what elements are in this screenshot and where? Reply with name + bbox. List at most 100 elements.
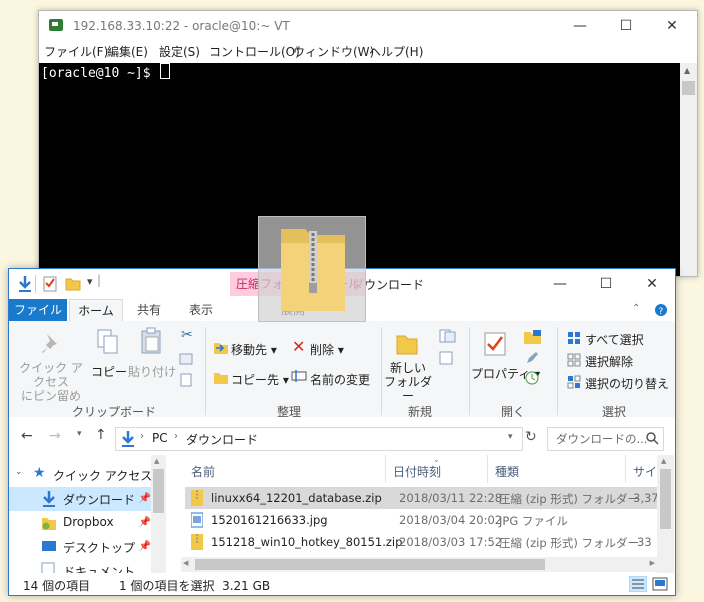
scroll-right-icon[interactable]: ▶ — [650, 559, 655, 567]
edit-icon[interactable] — [525, 351, 539, 365]
pin-icon — [42, 334, 57, 353]
search-input[interactable]: ダウンロードの... — [547, 427, 664, 451]
scroll-up-icon[interactable]: ▲ — [684, 66, 690, 75]
scrollbar-thumb[interactable] — [682, 81, 695, 95]
scroll-up-icon[interactable]: ▲ — [661, 457, 666, 465]
minimize-button[interactable]: — — [537, 269, 583, 299]
file-name: linuxx64_12201_database.zip — [211, 491, 382, 505]
scrollbar-thumb[interactable] — [153, 469, 164, 513]
chevron-down-icon[interactable]: ▾ — [87, 275, 93, 288]
file-type: JPG ファイル — [499, 514, 568, 528]
select-all-button[interactable]: すべて選択 — [585, 331, 644, 348]
close-button[interactable]: ✕ — [629, 269, 675, 299]
up-arrow-icon[interactable]: ↑ — [95, 427, 107, 443]
tab-file[interactable]: ファイル — [9, 299, 67, 321]
move-to-button[interactable]: 移動先 ▾ — [231, 341, 277, 358]
paste-shortcut-icon[interactable] — [180, 373, 192, 387]
rename-button[interactable]: 名前の変更 — [310, 371, 370, 388]
open-icon[interactable] — [523, 329, 543, 345]
menu-help[interactable]: ヘルプ(H) — [369, 43, 423, 60]
scroll-left-icon[interactable]: ◀ — [183, 559, 188, 567]
copy-to-button[interactable]: コピー先 ▾ — [231, 371, 289, 388]
invert-selection-button[interactable]: 選択の切り替え — [585, 375, 669, 392]
column-type[interactable]: 種類 — [495, 463, 519, 480]
file-list-hscrollbar[interactable]: ◀ ▶ — [181, 557, 657, 572]
properties-check-icon[interactable] — [43, 275, 57, 292]
history-icon[interactable] — [525, 371, 539, 385]
paste-button[interactable]: 貼り付け — [127, 363, 177, 380]
refresh-icon[interactable]: ↻ — [525, 429, 537, 445]
paste-icon — [141, 327, 161, 354]
nav-label: クイック アクセス — [53, 469, 153, 483]
minimize-button[interactable]: — — [557, 11, 603, 41]
pin-icon: 📌 — [138, 517, 151, 528]
menu-window[interactable]: ウィンドウ(W) — [293, 43, 374, 60]
nav-desktop[interactable]: デスクトップ 📌 — [9, 535, 151, 559]
file-row[interactable]: 1520161216633.jpg 2018/03/04 20:02 JPG フ… — [185, 509, 657, 531]
tab-home[interactable]: ホーム — [69, 299, 123, 322]
download-arrow-icon — [19, 276, 31, 292]
maximize-button[interactable]: ☐ — [583, 269, 629, 299]
breadcrumb-pc[interactable]: PC — [152, 431, 168, 445]
desktop-icon — [42, 541, 56, 551]
maximize-button[interactable]: ☐ — [603, 11, 649, 41]
help-icon[interactable]: ? — [654, 303, 668, 317]
menu-edit[interactable]: 編集(E) — [107, 43, 148, 60]
file-date: 2018/03/04 20:02 — [399, 513, 503, 527]
breadcrumb-downloads[interactable]: ダウンロード — [186, 431, 258, 448]
address-dropdown-icon[interactable]: ▾ — [508, 432, 513, 442]
breadcrumb-chevron-icon[interactable]: › — [174, 431, 178, 442]
menu-settings[interactable]: 設定(S) — [159, 43, 200, 60]
terminal-app-icon — [49, 19, 63, 31]
file-row[interactable]: linuxx64_12201_database.zip 2018/03/11 2… — [185, 487, 666, 509]
scroll-up-icon[interactable]: ▲ — [154, 457, 159, 465]
dropbox-folder-icon — [42, 518, 56, 530]
terminal-window: 192.168.33.10:22 - oracle@10:~ VT — ☐ ✕ … — [38, 10, 698, 277]
file-date: 2018/03/11 22:28 — [399, 491, 503, 505]
nav-dropbox[interactable]: Dropbox 📌 — [9, 511, 151, 535]
copy-path-icon[interactable] — [179, 353, 193, 365]
new-folder-button[interactable]: 新しい フォルダー — [383, 361, 433, 403]
shell-prompt: [oracle@10 ~]$ — [41, 63, 171, 81]
tab-view[interactable]: 表示 — [177, 299, 225, 321]
close-button[interactable]: ✕ — [649, 11, 695, 41]
column-name[interactable]: 名前 — [191, 463, 215, 480]
file-size: 33 — [637, 535, 652, 549]
column-date[interactable]: 日付時刻 — [393, 463, 441, 480]
menu-file[interactable]: ファイル(F) — [44, 43, 108, 60]
scrollbar-thumb[interactable] — [660, 469, 671, 529]
address-bar[interactable]: › PC › ダウンロード ▾ — [115, 427, 523, 451]
copy-button[interactable]: コピー — [91, 363, 127, 380]
forward-arrow-icon[interactable]: → — [49, 428, 61, 444]
pin-quick-access-button[interactable]: クイック アクセス にピン留め — [15, 361, 87, 403]
scrollbar-thumb[interactable] — [195, 559, 545, 570]
file-row[interactable]: 151218_win10_hotkey_80151.zip 2018/03/03… — [185, 531, 657, 553]
new-item-icon[interactable] — [439, 329, 457, 343]
chevron-down-icon[interactable]: ⌄ — [15, 467, 23, 477]
terminal-titlebar[interactable]: 192.168.33.10:22 - oracle@10:~ VT — ☐ ✕ — [39, 11, 697, 41]
breadcrumb-chevron-icon[interactable]: › — [140, 431, 144, 442]
select-all-icon — [568, 332, 580, 344]
back-arrow-icon[interactable]: ← — [21, 428, 33, 444]
nav-quick-access[interactable]: ⌄ ★ クイック アクセス — [9, 463, 153, 487]
nav-downloads[interactable]: ダウンロード 📌 — [9, 487, 151, 511]
details-view-icon[interactable] — [629, 576, 647, 592]
menu-control[interactable]: コントロール(O) — [209, 43, 300, 60]
tab-share[interactable]: 共有 — [125, 299, 173, 321]
delete-button[interactable]: 削除 ▾ — [310, 341, 344, 358]
cut-icon[interactable]: ✂ — [181, 327, 193, 343]
easy-access-icon[interactable] — [439, 351, 457, 365]
zip-folder-icon — [191, 490, 203, 506]
pin-icon: 📌 — [138, 541, 151, 552]
star-icon: ★ — [33, 465, 46, 481]
ribbon-collapse-icon[interactable]: ⌃ — [632, 303, 640, 314]
recent-dropdown-icon[interactable]: ▾ — [77, 429, 82, 439]
search-placeholder: ダウンロードの... — [556, 432, 648, 446]
file-list-scrollbar[interactable]: ▲ — [657, 455, 674, 575]
new-folder-quick-icon[interactable] — [65, 275, 81, 291]
large-icons-view-icon[interactable] — [651, 576, 669, 592]
nav-scrollbar[interactable]: ▲ — [151, 455, 166, 575]
select-none-button[interactable]: 選択解除 — [585, 353, 633, 370]
terminal-scrollbar[interactable]: ▲ — [680, 63, 697, 276]
navigation-pane: ⌄ ★ クイック アクセス ダウンロード 📌 Dropbox 📌 デスクトップ … — [9, 455, 169, 575]
